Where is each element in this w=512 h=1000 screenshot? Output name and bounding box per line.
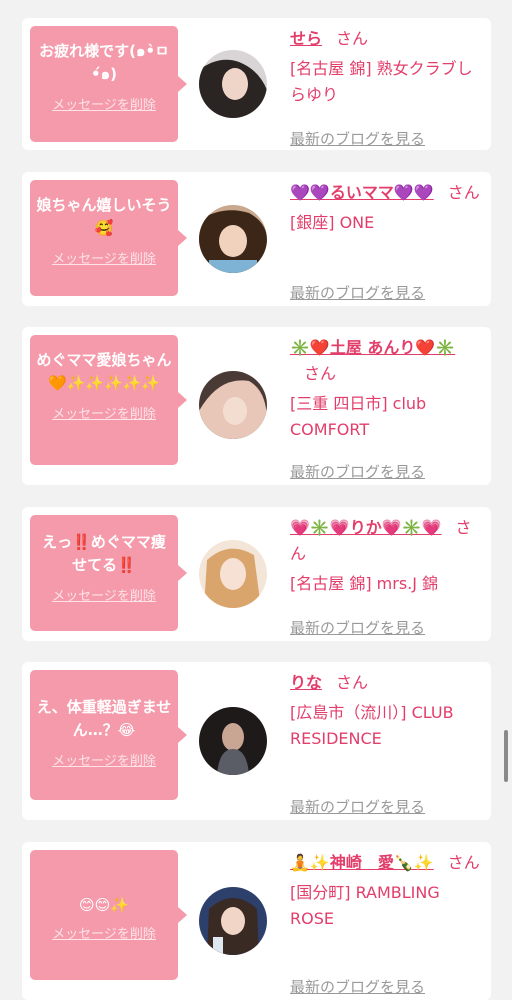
message-text: えっ‼️めぐママ痩せてる‼️ xyxy=(42,533,166,574)
avatar[interactable] xyxy=(199,707,267,775)
shop-name: [名古屋 錦] 熟女クラブしらゆり xyxy=(290,59,473,104)
sender-name-link[interactable]: りな xyxy=(290,673,322,692)
honorific: さん xyxy=(304,364,337,383)
message-text: めぐママ愛娘ちゃん🧡✨✨✨✨✨ xyxy=(36,351,172,392)
message-card: お疲れ様です(๑•̀ㅁ•́๑) メッセージを削除 せら さん [名古屋 錦] 熟女… xyxy=(22,18,491,150)
latest-blog-link[interactable]: 最新のブログを見る xyxy=(290,976,425,997)
latest-blog-link[interactable]: 最新のブログを見る xyxy=(290,128,425,149)
latest-blog-link[interactable]: 最新のブログを見る xyxy=(290,617,425,638)
sender-info: 🧘✨神崎 愛🍾✨ さん [国分町] RAMBLING ROSE 最新のブログを見る xyxy=(290,850,485,996)
delete-message-link[interactable]: メッセージを削除 xyxy=(52,403,156,422)
honorific: さん xyxy=(336,29,369,48)
shop-name: [国分町] RAMBLING ROSE xyxy=(290,883,440,928)
latest-blog-link[interactable]: 最新のブログを見る xyxy=(290,282,425,303)
message-bubble: 娘ちゃん嬉しいそう🥰 メッセージを削除 xyxy=(30,180,187,296)
message-bubble: 😊😊✨ メッセージを削除 xyxy=(30,850,187,980)
sender-name-link[interactable]: 💗✳️💗りか💗✳️💗 xyxy=(290,518,442,537)
avatar[interactable] xyxy=(199,540,267,608)
delete-message-link[interactable]: メッセージを削除 xyxy=(52,923,156,942)
shop-name: [名古屋 錦] mrs.J 錦 xyxy=(290,574,439,593)
avatar[interactable] xyxy=(199,887,267,955)
scrollbar[interactable] xyxy=(504,730,508,782)
latest-blog-link[interactable]: 最新のブログを見る xyxy=(290,796,425,817)
avatar[interactable] xyxy=(199,205,267,273)
avatar[interactable] xyxy=(199,50,267,118)
honorific: さん xyxy=(336,673,369,692)
shop-name: [三重 四日市] club COMFORT xyxy=(290,394,427,439)
latest-blog-link[interactable]: 最新のブログを見る xyxy=(290,461,425,482)
message-card: 娘ちゃん嬉しいそう🥰 メッセージを削除 💜💜るいママ💜💜 さん [銀座] ONE … xyxy=(22,172,491,306)
sender-info: ✳️❤️土屋 あんり❤️✳️ さん [三重 四日市] club COMFORT 最… xyxy=(290,335,485,481)
message-card: えっ‼️めぐママ痩せてる‼️ メッセージを削除 💗✳️💗りか💗✳️💗 さん [名古… xyxy=(22,507,491,641)
shop-name: [銀座] ONE xyxy=(290,213,375,232)
message-text: 娘ちゃん嬉しいそう🥰 xyxy=(36,196,172,237)
message-card: めぐママ愛娘ちゃん🧡✨✨✨✨✨ メッセージを削除 ✳️❤️土屋 あんり❤️✳️ さ… xyxy=(22,327,491,485)
delete-message-link[interactable]: メッセージを削除 xyxy=(52,94,156,113)
sender-info: 💗✳️💗りか💗✳️💗 さん [名古屋 錦] mrs.J 錦 最新のブログを見る xyxy=(290,515,485,637)
message-bubble: え、体重軽過ぎません…？😂 メッセージを削除 xyxy=(30,670,187,800)
sender-name-link[interactable]: 💜💜るいママ💜💜 xyxy=(290,183,434,202)
sender-info: りな さん [広島市（流川）] CLUB RESIDENCE 最新のブログを見る xyxy=(290,670,485,816)
message-card: え、体重軽過ぎません…？😂 メッセージを削除 りな さん [広島市（流川）] CL… xyxy=(22,662,491,820)
sender-name-link[interactable]: 🧘✨神崎 愛🍾✨ xyxy=(290,853,434,872)
message-text: お疲れ様です(๑•̀ㅁ•́๑) xyxy=(39,42,169,83)
avatar[interactable] xyxy=(199,371,267,439)
message-bubble: めぐママ愛娘ちゃん🧡✨✨✨✨✨ メッセージを削除 xyxy=(30,335,187,465)
delete-message-link[interactable]: メッセージを削除 xyxy=(52,248,156,267)
sender-name-link[interactable]: せら xyxy=(290,29,322,48)
sender-name-link[interactable]: ✳️❤️土屋 あんり❤️✳️ xyxy=(290,338,455,357)
delete-message-link[interactable]: メッセージを削除 xyxy=(52,585,156,604)
message-text: え、体重軽過ぎません…？😂 xyxy=(36,698,172,739)
message-card: 😊😊✨ メッセージを削除 🧘✨神崎 愛🍾✨ さん [国分町] RAMBLING R… xyxy=(22,842,491,1000)
message-bubble: お疲れ様です(๑•̀ㅁ•́๑) メッセージを削除 xyxy=(30,26,187,142)
shop-name: [広島市（流川）] CLUB RESIDENCE xyxy=(290,703,454,748)
honorific: さん xyxy=(447,853,480,872)
honorific: さん xyxy=(447,183,480,202)
sender-info: せら さん [名古屋 錦] 熟女クラブしらゆり 最新のブログを見る xyxy=(290,26,485,148)
sender-info: 💜💜るいママ💜💜 さん [銀座] ONE 最新のブログを見る xyxy=(290,180,485,302)
message-text: 😊😊✨ xyxy=(79,896,129,914)
delete-message-link[interactable]: メッセージを削除 xyxy=(52,750,156,769)
message-bubble: えっ‼️めぐママ痩せてる‼️ メッセージを削除 xyxy=(30,515,187,631)
